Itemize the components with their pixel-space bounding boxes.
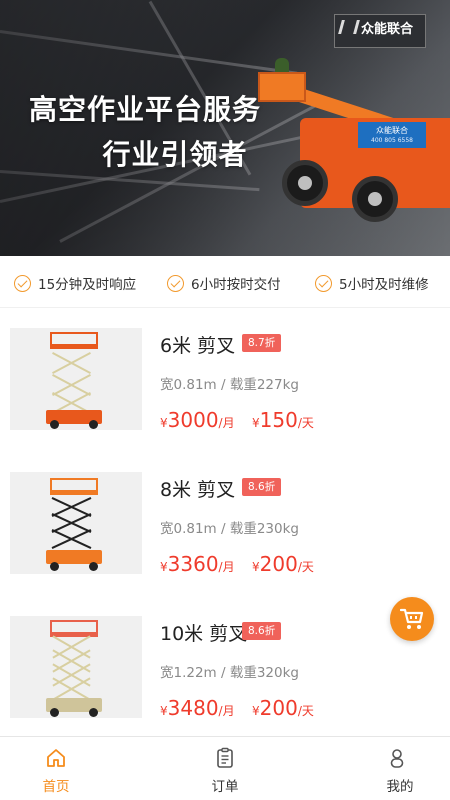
- shopping-cart-icon: [400, 608, 424, 629]
- hero-banner[interactable]: 众能联合 众能联合 400 805 6558 高空作业平台服务 行业引领者: [0, 0, 450, 256]
- monthly-price: ¥3480/月: [160, 696, 235, 720]
- check-circle-icon: [167, 274, 184, 292]
- product-image[interactable]: [10, 328, 142, 430]
- discount-badge: 8.6折: [242, 478, 282, 496]
- product-name[interactable]: 6米 剪叉: [160, 331, 235, 358]
- brand-logo-icon: [338, 20, 360, 34]
- product-image[interactable]: [10, 472, 142, 574]
- check-circle-icon: [14, 274, 31, 292]
- monthly-price: ¥3000/月: [160, 408, 235, 432]
- product-card[interactable]: 10米 剪叉 8.6折 宽1.22m / 载重320kg ¥3480/月 ¥20…: [0, 616, 450, 742]
- cart-button[interactable]: [390, 597, 434, 641]
- tab-label: 首页: [42, 779, 70, 795]
- discount-badge: 8.6折: [242, 622, 282, 640]
- feature-label: 6小时按时交付: [191, 277, 281, 293]
- feature-repair: 5小时及时维修: [315, 273, 429, 293]
- daily-price: ¥200/天: [252, 696, 314, 720]
- daily-price: ¥200/天: [252, 552, 314, 576]
- product-image[interactable]: [10, 616, 142, 718]
- product-card[interactable]: 6米 剪叉 8.7折 宽0.81m / 载重227kg ¥3000/月 ¥150…: [0, 328, 450, 454]
- service-features: 15分钟及时响应 6小时按时交付 5小时及时维修: [0, 256, 450, 308]
- machine-label-name: 众能联合: [376, 126, 408, 135]
- banner-headline-line2: 行业引领者: [102, 138, 248, 171]
- home-icon: [47, 749, 65, 767]
- check-circle-icon: [315, 274, 332, 292]
- tab-label: 订单: [211, 779, 239, 795]
- feature-delivery: 6小时按时交付: [167, 273, 281, 293]
- tab-orders[interactable]: 订单: [150, 737, 300, 800]
- brand-sign: 众能联合: [334, 14, 426, 48]
- product-spec: 宽0.81m / 载重227kg: [160, 377, 299, 393]
- product-name[interactable]: 10米 剪叉: [160, 619, 247, 646]
- discount-badge: 8.7折: [242, 334, 282, 352]
- feature-label: 5小时及时维修: [339, 277, 429, 293]
- tab-home[interactable]: 首页: [0, 737, 150, 800]
- product-spec: 宽1.22m / 载重320kg: [160, 665, 299, 681]
- product-spec: 宽0.81m / 载重230kg: [160, 521, 299, 537]
- product-card[interactable]: 8米 剪叉 8.6折 宽0.81m / 载重230kg ¥3360/月 ¥200…: [0, 472, 450, 598]
- feature-response: 15分钟及时响应: [14, 273, 136, 293]
- clipboard-icon: [217, 747, 233, 768]
- machine-label-phone: 400 805 6558: [371, 137, 413, 144]
- user-icon: [390, 749, 404, 768]
- machine-wheel: [352, 176, 398, 222]
- tab-profile[interactable]: 我的: [300, 737, 450, 800]
- banner-headline-line1: 高空作业平台服务: [28, 93, 261, 126]
- feature-label: 15分钟及时响应: [38, 277, 137, 293]
- daily-price: ¥150/天: [252, 408, 314, 432]
- bottom-tab-bar: 首页 订单 我的: [0, 736, 450, 800]
- monthly-price: ¥3360/月: [160, 552, 235, 576]
- brand-sign-name: 众能联合: [361, 22, 414, 37]
- machine-brand-label: 众能联合 400 805 6558: [358, 122, 426, 148]
- product-name[interactable]: 8米 剪叉: [160, 475, 235, 502]
- tab-label: 我的: [386, 779, 414, 795]
